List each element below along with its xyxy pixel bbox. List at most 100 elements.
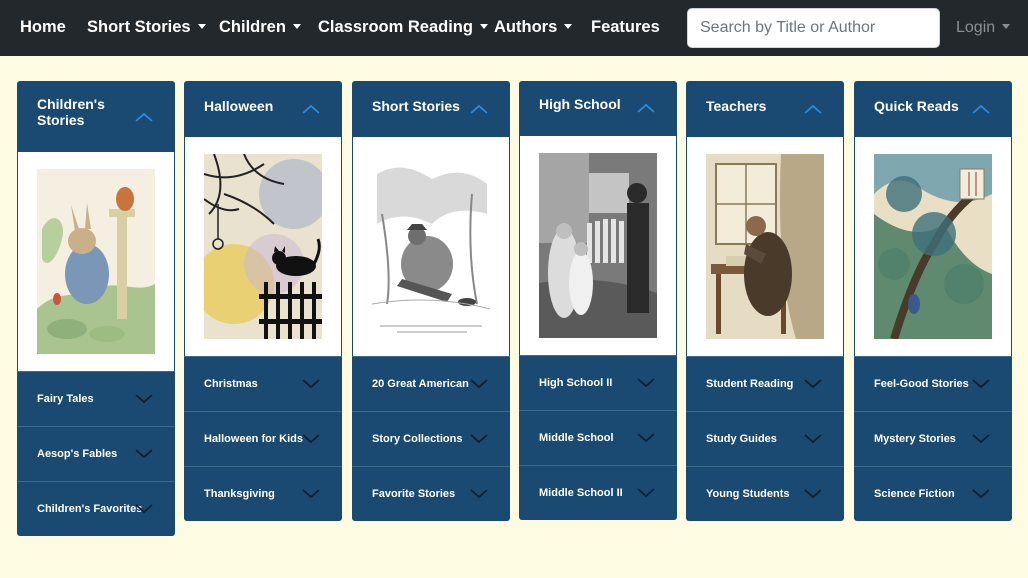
chevron-up-icon[interactable]	[804, 103, 822, 115]
category-card-short-stories: Short Stories 20 Great American Story Co…	[352, 81, 510, 521]
subcategory-label: Young Students	[706, 488, 790, 500]
category-card-teachers: Teachers Student Reading Study Guides Yo…	[686, 81, 844, 521]
subcategory-link[interactable]: Young Students	[686, 466, 844, 521]
nav-features-link[interactable]: Features	[591, 17, 660, 37]
subcategory-link[interactable]: Feel-Good Stories	[854, 356, 1012, 411]
subcategory-link[interactable]: Favorite Stories	[352, 466, 510, 521]
caret-down-icon	[479, 24, 488, 29]
chevron-down-icon	[302, 379, 320, 389]
category-image-frame	[184, 137, 342, 356]
category-header[interactable]: Children's Stories	[17, 81, 175, 152]
subcategory-link[interactable]: High School II	[519, 355, 677, 410]
figures-by-picket-fence-image[interactable]	[539, 153, 657, 338]
nav-short-stories-label: Short Stories	[87, 18, 191, 36]
search-input[interactable]	[687, 8, 940, 48]
subcategory-label: Christmas	[204, 378, 258, 390]
category-card-childrens-stories: Children's Stories Fairy Tales Aesop's F…	[17, 81, 175, 536]
category-image-frame	[519, 136, 677, 355]
chevron-down-icon	[637, 433, 655, 443]
chevron-down-icon	[135, 504, 153, 514]
subcategory-link[interactable]: Student Reading	[686, 356, 844, 411]
category-title: Short Stories	[372, 98, 460, 114]
chevron-down-icon	[302, 434, 320, 444]
subcategory-link[interactable]: Thanksgiving	[184, 466, 342, 521]
login-label: Login	[956, 19, 996, 36]
category-image-frame	[352, 137, 510, 356]
subcategory-label: 20 Great American	[372, 378, 469, 390]
nav-home-link[interactable]: Home	[20, 17, 66, 37]
subcategory-label: Student Reading	[706, 378, 794, 390]
subcategory-link[interactable]: Christmas	[184, 356, 342, 411]
category-image-frame	[686, 137, 844, 356]
category-image-frame	[17, 152, 175, 371]
subcategory-label: Middle School II	[539, 487, 623, 499]
category-title: High School	[539, 96, 621, 112]
subcategory-label: Feel-Good Stories	[874, 378, 969, 390]
nav-classroom-reading-label: Classroom Reading	[318, 18, 473, 36]
subcategory-link[interactable]: Fairy Tales	[17, 371, 175, 426]
category-header[interactable]: Teachers	[686, 81, 844, 137]
chevron-down-icon	[972, 434, 990, 444]
chevron-down-icon	[972, 379, 990, 389]
top-navbar: Home Short Stories Children Classroom Re…	[0, 0, 1028, 56]
subcategory-link[interactable]: Middle School II	[519, 465, 677, 520]
black-cat-on-fence-image[interactable]	[204, 154, 322, 339]
chevron-down-icon	[135, 449, 153, 459]
subcategory-label: Science Fiction	[874, 488, 955, 500]
japanese-woodblock-landscape-image[interactable]	[874, 154, 992, 339]
engraving-man-kneeling-image[interactable]	[372, 154, 490, 339]
nav-classroom-reading-dropdown[interactable]: Classroom Reading	[318, 17, 488, 37]
caret-down-icon	[564, 24, 573, 29]
chevron-down-icon	[470, 489, 488, 499]
rabbit-in-garden-image[interactable]	[37, 169, 155, 354]
nav-short-stories-dropdown[interactable]: Short Stories	[87, 17, 206, 37]
nav-children-dropdown[interactable]: Children	[219, 17, 301, 37]
category-card-quick-reads: Quick Reads Feel-Good Stories Mystery St…	[854, 81, 1012, 521]
subcategory-label: Story Collections	[372, 433, 463, 445]
chevron-up-icon[interactable]	[972, 103, 990, 115]
subcategory-label: Halloween for Kids	[204, 433, 304, 445]
subcategory-link[interactable]: 20 Great American	[352, 356, 510, 411]
caret-down-icon	[197, 24, 206, 29]
subcategory-link[interactable]: Study Guides	[686, 411, 844, 466]
chevron-down-icon	[302, 489, 320, 499]
category-header[interactable]: Short Stories	[352, 81, 510, 137]
category-header[interactable]: Quick Reads	[854, 81, 1012, 137]
woman-writing-at-desk-image[interactable]	[706, 154, 824, 339]
subcategory-link[interactable]: Story Collections	[352, 411, 510, 466]
category-title: Teachers	[706, 98, 767, 114]
chevron-down-icon	[470, 434, 488, 444]
subcategory-link[interactable]: Mystery Stories	[854, 411, 1012, 466]
nav-authors-label: Authors	[494, 18, 558, 36]
subcategory-label: Aesop's Fables	[37, 448, 118, 460]
subcategory-label: Fairy Tales	[37, 393, 94, 405]
category-title-line: Stories	[37, 112, 85, 128]
category-card-halloween: Halloween Christmas Halloween for Kids T…	[184, 81, 342, 521]
category-title: Halloween	[204, 98, 274, 114]
chevron-down-icon	[470, 379, 488, 389]
category-title: Children's Stories	[37, 96, 105, 128]
chevron-up-icon[interactable]	[637, 102, 655, 114]
chevron-down-icon	[637, 378, 655, 388]
category-card-high-school: High School High School II Middle School…	[519, 81, 677, 520]
subcategory-label: Mystery Stories	[874, 433, 956, 445]
chevron-down-icon	[972, 489, 990, 499]
login-dropdown[interactable]: Login	[956, 18, 1011, 38]
subcategory-link[interactable]: Middle School	[519, 410, 677, 465]
caret-down-icon	[1002, 24, 1011, 29]
category-header[interactable]: Halloween	[184, 81, 342, 137]
subcategory-link[interactable]: Aesop's Fables	[17, 426, 175, 481]
subcategory-label: High School II	[539, 377, 613, 389]
caret-down-icon	[292, 24, 301, 29]
nav-children-label: Children	[219, 18, 286, 36]
chevron-up-icon[interactable]	[470, 103, 488, 115]
chevron-up-icon[interactable]	[135, 111, 153, 123]
subcategory-link[interactable]: Halloween for Kids	[184, 411, 342, 466]
subcategory-link[interactable]: Science Fiction	[854, 466, 1012, 521]
chevron-down-icon	[135, 394, 153, 404]
subcategory-link[interactable]: Children's Favorites	[17, 481, 175, 536]
category-header[interactable]: High School	[519, 81, 677, 136]
chevron-up-icon[interactable]	[302, 103, 320, 115]
nav-authors-dropdown[interactable]: Authors	[494, 17, 573, 37]
category-title: Quick Reads	[874, 98, 959, 114]
